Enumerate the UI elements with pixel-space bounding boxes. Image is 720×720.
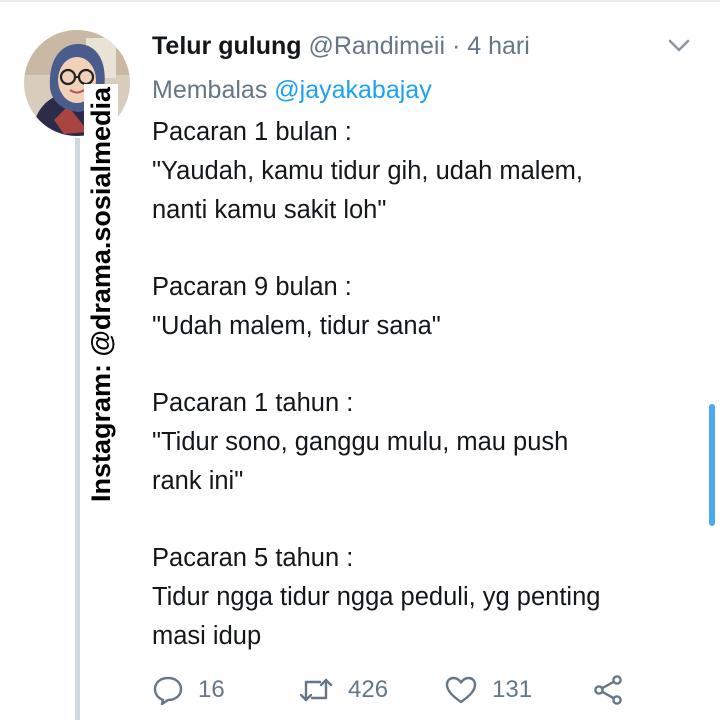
more-options-button[interactable] xyxy=(666,36,692,56)
retweet-button[interactable]: 426 xyxy=(298,670,388,710)
tweet-paragraph: Pacaran 9 bulan : "Udah malem, tidur san… xyxy=(152,273,441,340)
user-handle[interactable]: @Randimeii xyxy=(308,32,445,60)
display-name[interactable]: Telur gulung xyxy=(152,32,302,60)
reply-button[interactable]: 16 xyxy=(152,670,225,710)
timestamp[interactable]: 4 hari xyxy=(467,32,530,60)
top-divider xyxy=(0,0,720,2)
thread-line xyxy=(75,138,80,720)
separator-dot: · xyxy=(451,32,461,60)
like-button[interactable]: 131 xyxy=(444,670,532,710)
tweet-paragraph: Pacaran 1 bulan : "Yaudah, kamu tidur gi… xyxy=(152,118,583,224)
reply-prefix: Membalas xyxy=(152,76,268,104)
watermark-text: Instagram: @drama.sosialmedia xyxy=(84,84,118,505)
chevron-down-icon xyxy=(668,39,690,52)
share-icon xyxy=(594,675,622,705)
like-count: 131 xyxy=(492,676,533,703)
tweet-paragraph: Pacaran 5 tahun : Tidur ngga tidur ngga … xyxy=(152,544,601,650)
retweet-icon xyxy=(299,678,333,702)
retweet-count: 426 xyxy=(348,676,389,703)
reply-icon xyxy=(153,676,183,706)
reply-count: 16 xyxy=(198,676,225,703)
tweet-paragraph: Pacaran 1 tahun : "Tidur sono, ganggu mu… xyxy=(152,389,569,495)
tweet-text: Pacaran 1 bulan : "Yaudah, kamu tidur gi… xyxy=(152,113,697,656)
reply-target-link[interactable]: @jayakabajay xyxy=(274,76,431,104)
share-button[interactable] xyxy=(592,670,624,710)
reply-context: Membalas @jayakabajay xyxy=(152,72,432,108)
like-icon xyxy=(445,676,477,704)
tweet-actions: 16 426 131 xyxy=(152,670,632,710)
tweet-header: Telur gulung @Randimeii · 4 hari xyxy=(152,26,530,66)
scroll-indicator[interactable] xyxy=(709,404,715,526)
